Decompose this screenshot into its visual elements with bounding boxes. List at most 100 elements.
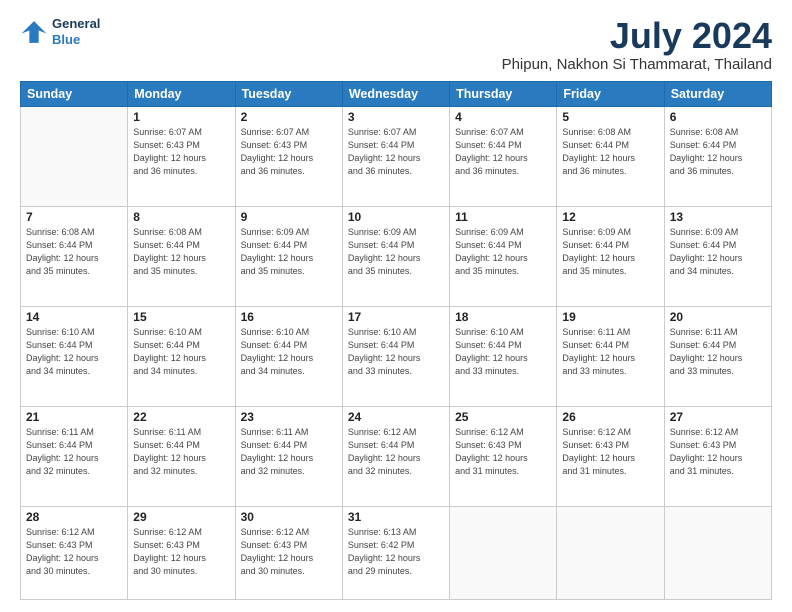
calendar-day-cell: 29 Sunrise: 6:12 AM Sunset: 6:43 PM Dayli… bbox=[128, 506, 235, 599]
calendar-day-cell: 7 Sunrise: 6:08 AM Sunset: 6:44 PM Daylig… bbox=[21, 206, 128, 306]
calendar-header-thursday: Thursday bbox=[450, 81, 557, 106]
day-info: Sunrise: 6:12 AM Sunset: 6:43 PM Dayligh… bbox=[133, 526, 229, 578]
day-number: 2 bbox=[241, 110, 337, 124]
calendar-day-cell: 19 Sunrise: 6:11 AM Sunset: 6:44 PM Dayli… bbox=[557, 306, 664, 406]
header: General Blue July 2024 Phipun, Nakhon Si… bbox=[20, 16, 772, 73]
day-info: Sunrise: 6:12 AM Sunset: 6:43 PM Dayligh… bbox=[241, 526, 337, 578]
day-number: 25 bbox=[455, 410, 551, 424]
calendar-day-cell: 6 Sunrise: 6:08 AM Sunset: 6:44 PM Daylig… bbox=[664, 106, 771, 206]
calendar-day-cell: 10 Sunrise: 6:09 AM Sunset: 6:44 PM Dayli… bbox=[342, 206, 449, 306]
page: General Blue July 2024 Phipun, Nakhon Si… bbox=[0, 0, 792, 612]
calendar-day-cell: 30Sunrise: 6:12 AM Sunset: 6:43 PM Dayli… bbox=[235, 506, 342, 599]
calendar-day-cell: 4 Sunrise: 6:07 AM Sunset: 6:44 PM Daylig… bbox=[450, 106, 557, 206]
day-info: Sunrise: 6:07 AM Sunset: 6:44 PM Dayligh… bbox=[348, 126, 444, 178]
day-info: Sunrise: 6:12 AM Sunset: 6:43 PM Dayligh… bbox=[670, 426, 766, 478]
calendar-day-cell: 12 Sunrise: 6:09 AM Sunset: 6:44 PM Dayli… bbox=[557, 206, 664, 306]
calendar-day-cell bbox=[21, 106, 128, 206]
calendar-day-cell: 14Sunrise: 6:10 AM Sunset: 6:44 PM Dayli… bbox=[21, 306, 128, 406]
calendar-week-row: 1 Sunrise: 6:07 AM Sunset: 6:43 PM Daylig… bbox=[21, 106, 772, 206]
logo-text: General Blue bbox=[52, 16, 100, 47]
calendar-table: SundayMondayTuesdayWednesdayThursdayFrid… bbox=[20, 81, 772, 600]
day-info: Sunrise: 6:09 AM Sunset: 6:44 PM Dayligh… bbox=[241, 226, 337, 278]
day-number: 10 bbox=[348, 210, 444, 224]
day-info: Sunrise: 6:11 AM Sunset: 6:44 PM Dayligh… bbox=[241, 426, 337, 478]
day-number: 18 bbox=[455, 310, 551, 324]
calendar-week-row: 14Sunrise: 6:10 AM Sunset: 6:44 PM Dayli… bbox=[21, 306, 772, 406]
calendar-day-cell: 5 Sunrise: 6:08 AM Sunset: 6:44 PM Daylig… bbox=[557, 106, 664, 206]
calendar-day-cell: 16 Sunrise: 6:10 AM Sunset: 6:44 PM Dayli… bbox=[235, 306, 342, 406]
day-number: 29 bbox=[133, 510, 229, 524]
day-number: 20 bbox=[670, 310, 766, 324]
day-number: 21 bbox=[26, 410, 122, 424]
day-number: 22 bbox=[133, 410, 229, 424]
calendar-day-cell: 11Sunrise: 6:09 AM Sunset: 6:44 PM Dayli… bbox=[450, 206, 557, 306]
day-info: Sunrise: 6:09 AM Sunset: 6:44 PM Dayligh… bbox=[348, 226, 444, 278]
day-number: 28 bbox=[26, 510, 122, 524]
day-info: Sunrise: 6:11 AM Sunset: 6:44 PM Dayligh… bbox=[670, 326, 766, 378]
calendar-header-saturday: Saturday bbox=[664, 81, 771, 106]
calendar-week-row: 28 Sunrise: 6:12 AM Sunset: 6:43 PM Dayli… bbox=[21, 506, 772, 599]
calendar-day-cell: 3 Sunrise: 6:07 AM Sunset: 6:44 PM Daylig… bbox=[342, 106, 449, 206]
calendar-week-row: 7 Sunrise: 6:08 AM Sunset: 6:44 PM Daylig… bbox=[21, 206, 772, 306]
calendar-week-row: 21 Sunrise: 6:11 AM Sunset: 6:44 PM Dayli… bbox=[21, 406, 772, 506]
day-number: 9 bbox=[241, 210, 337, 224]
logo: General Blue bbox=[20, 16, 100, 47]
calendar-day-cell: 21 Sunrise: 6:11 AM Sunset: 6:44 PM Dayli… bbox=[21, 406, 128, 506]
calendar-day-cell: 22Sunrise: 6:11 AM Sunset: 6:44 PM Dayli… bbox=[128, 406, 235, 506]
day-info: Sunrise: 6:08 AM Sunset: 6:44 PM Dayligh… bbox=[562, 126, 658, 178]
day-number: 6 bbox=[670, 110, 766, 124]
day-info: Sunrise: 6:12 AM Sunset: 6:43 PM Dayligh… bbox=[26, 526, 122, 578]
day-number: 24 bbox=[348, 410, 444, 424]
calendar-day-cell bbox=[557, 506, 664, 599]
day-number: 27 bbox=[670, 410, 766, 424]
day-number: 23 bbox=[241, 410, 337, 424]
calendar-day-cell: 20 Sunrise: 6:11 AM Sunset: 6:44 PM Dayli… bbox=[664, 306, 771, 406]
calendar-day-cell bbox=[450, 506, 557, 599]
day-info: Sunrise: 6:09 AM Sunset: 6:44 PM Dayligh… bbox=[562, 226, 658, 278]
day-info: Sunrise: 6:10 AM Sunset: 6:44 PM Dayligh… bbox=[455, 326, 551, 378]
day-info: Sunrise: 6:13 AM Sunset: 6:42 PM Dayligh… bbox=[348, 526, 444, 578]
calendar-day-cell: 25 Sunrise: 6:12 AM Sunset: 6:43 PM Dayli… bbox=[450, 406, 557, 506]
day-info: Sunrise: 6:12 AM Sunset: 6:43 PM Dayligh… bbox=[455, 426, 551, 478]
calendar-day-cell: 26Sunrise: 6:12 AM Sunset: 6:43 PM Dayli… bbox=[557, 406, 664, 506]
day-number: 17 bbox=[348, 310, 444, 324]
calendar-day-cell bbox=[664, 506, 771, 599]
day-info: Sunrise: 6:11 AM Sunset: 6:44 PM Dayligh… bbox=[562, 326, 658, 378]
day-info: Sunrise: 6:07 AM Sunset: 6:44 PM Dayligh… bbox=[455, 126, 551, 178]
day-number: 4 bbox=[455, 110, 551, 124]
calendar-day-cell: 17 Sunrise: 6:10 AM Sunset: 6:44 PM Dayli… bbox=[342, 306, 449, 406]
logo-icon bbox=[20, 18, 48, 46]
day-number: 15 bbox=[133, 310, 229, 324]
day-number: 5 bbox=[562, 110, 658, 124]
day-info: Sunrise: 6:08 AM Sunset: 6:44 PM Dayligh… bbox=[670, 126, 766, 178]
day-info: Sunrise: 6:10 AM Sunset: 6:44 PM Dayligh… bbox=[241, 326, 337, 378]
day-info: Sunrise: 6:09 AM Sunset: 6:44 PM Dayligh… bbox=[455, 226, 551, 278]
logo-line1: General bbox=[52, 16, 100, 32]
month-title: July 2024 bbox=[502, 16, 772, 56]
title-block: July 2024 Phipun, Nakhon Si Thammarat, T… bbox=[502, 16, 772, 73]
calendar-day-cell: 2 Sunrise: 6:07 AM Sunset: 6:43 PM Daylig… bbox=[235, 106, 342, 206]
calendar-day-cell: 8 Sunrise: 6:08 AM Sunset: 6:44 PM Daylig… bbox=[128, 206, 235, 306]
calendar-day-cell: 24 Sunrise: 6:12 AM Sunset: 6:44 PM Dayli… bbox=[342, 406, 449, 506]
calendar-day-cell: 1Sunrise: 6:07 AM Sunset: 6:43 PM Daylig… bbox=[128, 106, 235, 206]
day-info: Sunrise: 6:07 AM Sunset: 6:43 PM Dayligh… bbox=[241, 126, 337, 178]
day-number: 26 bbox=[562, 410, 658, 424]
day-number: 13 bbox=[670, 210, 766, 224]
day-number: 3 bbox=[348, 110, 444, 124]
day-number: 7 bbox=[26, 210, 122, 224]
day-number: 19 bbox=[562, 310, 658, 324]
calendar-day-cell: 23 Sunrise: 6:11 AM Sunset: 6:44 PM Dayli… bbox=[235, 406, 342, 506]
calendar-header-row: SundayMondayTuesdayWednesdayThursdayFrid… bbox=[21, 81, 772, 106]
day-number: 8 bbox=[133, 210, 229, 224]
day-number: 16 bbox=[241, 310, 337, 324]
calendar-header-friday: Friday bbox=[557, 81, 664, 106]
location-title: Phipun, Nakhon Si Thammarat, Thailand bbox=[502, 56, 772, 73]
day-info: Sunrise: 6:10 AM Sunset: 6:44 PM Dayligh… bbox=[348, 326, 444, 378]
day-info: Sunrise: 6:12 AM Sunset: 6:44 PM Dayligh… bbox=[348, 426, 444, 478]
day-info: Sunrise: 6:08 AM Sunset: 6:44 PM Dayligh… bbox=[133, 226, 229, 278]
day-info: Sunrise: 6:08 AM Sunset: 6:44 PM Dayligh… bbox=[26, 226, 122, 278]
day-number: 1 bbox=[133, 110, 229, 124]
day-info: Sunrise: 6:10 AM Sunset: 6:44 PM Dayligh… bbox=[26, 326, 122, 378]
day-number: 12 bbox=[562, 210, 658, 224]
day-info: Sunrise: 6:11 AM Sunset: 6:44 PM Dayligh… bbox=[26, 426, 122, 478]
